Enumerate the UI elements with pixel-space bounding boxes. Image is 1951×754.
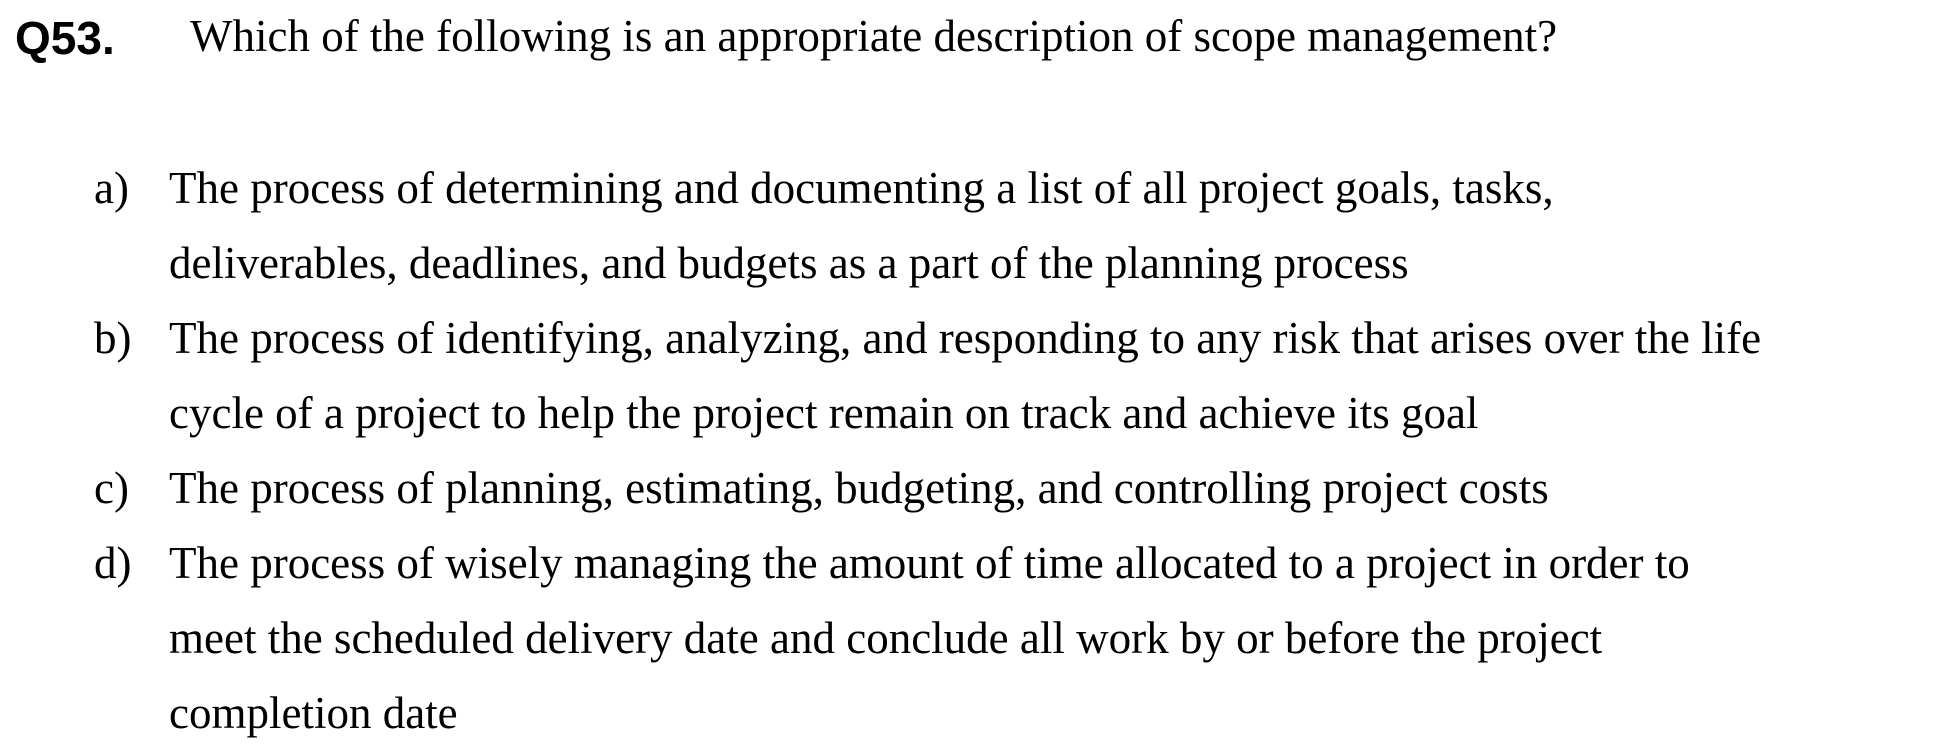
option-text-line: completion date	[169, 688, 458, 738]
option-text-line: cycle of a project to help the project r…	[169, 388, 1479, 438]
option-text-line: The process of wisely managing the amoun…	[169, 538, 1690, 588]
option-label: b)	[94, 313, 132, 363]
question-text: Which of the following is an appropriate…	[190, 11, 1558, 61]
option-label: c)	[94, 463, 129, 513]
option-text-line: meet the scheduled delivery date and con…	[169, 613, 1603, 663]
option-label: a)	[94, 163, 129, 213]
option-text-line: The process of determining and documenti…	[169, 163, 1554, 213]
option-text-line: The process of planning, estimating, bud…	[169, 463, 1549, 513]
option-text-line: The process of identifying, analyzing, a…	[169, 313, 1762, 363]
option-text-line: deliverables, deadlines, and budgets as …	[169, 238, 1409, 288]
option-label: d)	[94, 538, 132, 588]
question-number: Q53.	[15, 12, 115, 64]
